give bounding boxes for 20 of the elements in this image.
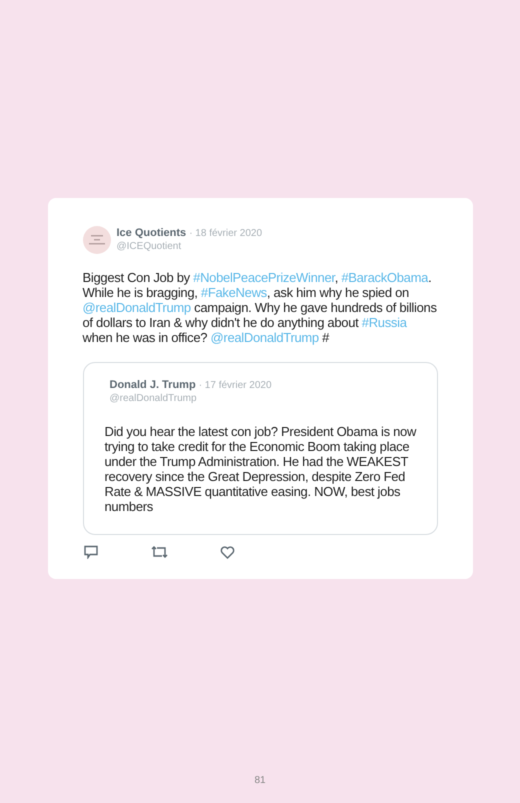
- tweet-date: · 17 février 2020: [198, 379, 272, 392]
- tweet-text: Biggest Con Job by #NobelPeacePrizeWinner, #BarackObama. While he is bragging, #FakeNews, ask him why he spied on @realDonaldTrump campaign. Why he gave hundreds of billions of dollars to Iran & why didn't he do anything about #Russia when he was in office? @realDonaldTrump #: [82, 270, 438, 345]
- tweet-link[interactable]: @realDonaldTrump: [82, 300, 191, 315]
- reply-icon[interactable]: [82, 545, 98, 559]
- author-handle: @realDonaldTrump: [110, 392, 198, 405]
- retweet-icon[interactable]: [150, 545, 168, 559]
- heart-icon[interactable]: [220, 546, 234, 558]
- tweet-link[interactable]: #BarackObama: [341, 270, 428, 285]
- avatar-icon: [82, 226, 110, 254]
- tweet-link[interactable]: #Russia: [362, 315, 407, 330]
- author-name: Donald J. Trump: [110, 379, 196, 392]
- tweet-link[interactable]: #NobelPeacePrizeWinner: [193, 270, 335, 285]
- tweet-link[interactable]: #FakeNews: [200, 285, 267, 300]
- quoted-tweet-text: Did you hear the latest con job? President Obama is now trying to take credit for the Economic Boom taking place under the Trump Administration. He had the WEAKEST recovery since the Great Depression, despite Zero Fed Rate & MASSIVE quantitative easing. NOW, best jobs numbers: [104, 424, 418, 514]
- page-number: 81: [254, 774, 266, 788]
- tweet-link[interactable]: @realDonaldTrump: [210, 330, 319, 345]
- author-name: Ice Quotients: [116, 227, 186, 240]
- tweet-date: · 18 février 2020: [189, 227, 262, 240]
- quoted-tweet[interactable]: [82, 362, 438, 535]
- author-handle: @ICEQuotient: [116, 240, 182, 253]
